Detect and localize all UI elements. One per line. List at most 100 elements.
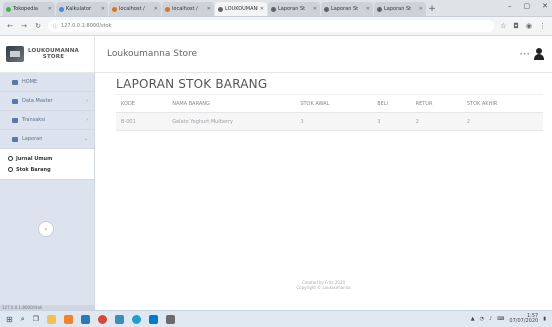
chevron-right-icon: › xyxy=(86,98,88,104)
browser-tab[interactable]: Laporan St ✕ xyxy=(374,2,426,16)
tab-label: Laporan St xyxy=(278,6,306,12)
system-tray: ▲ ◔ ♪ ⌨ 1:57 07/07/2020 ▮ xyxy=(471,314,546,324)
minimize-button[interactable]: – xyxy=(508,2,512,10)
windows-taskbar: ⊞ ⌕ ❐ ▲ ◔ ♪ ⌨ 1:57 07/07/2020 ▮ xyxy=(0,310,552,327)
tab-close-icon[interactable]: ✕ xyxy=(207,6,211,12)
back-arrow-icon[interactable]: ← xyxy=(6,22,14,30)
new-tab-button[interactable]: + xyxy=(427,2,437,16)
browser-toolbar: ← → ↻ ⓘ 127.0.0.1:8000/stok ☆ ◘ ◉ ⋮ xyxy=(0,17,552,36)
browser-tab[interactable]: localhost / ✕ xyxy=(109,2,161,16)
sidebar-item-laporan[interactable]: Laporan ⌄ xyxy=(0,130,94,149)
stock-table: KODE NAMA BARANG STOK AWAL BELI RETUR ST… xyxy=(116,94,543,131)
browser-tab[interactable]: Laporan St ✕ xyxy=(268,2,320,16)
page-footer: Created by Fritz 2020 Copyright © Loukou… xyxy=(95,280,552,290)
wifi-icon[interactable]: ◔ xyxy=(480,316,484,322)
page-title: LAPORAN STOK BARANG xyxy=(116,77,268,91)
code-editor-icon[interactable] xyxy=(80,314,90,324)
network-icon[interactable]: ▲ xyxy=(471,316,475,322)
file-explorer-icon[interactable] xyxy=(46,314,56,324)
user-dots: ••• xyxy=(519,50,530,58)
tab-favicon-icon xyxy=(6,6,11,12)
user-menu[interactable]: ••• xyxy=(519,48,544,60)
browser-tab[interactable]: Tokopedia ✕ xyxy=(3,2,55,16)
menu-kebab-icon[interactable]: ⋮ xyxy=(539,22,546,30)
tab-close-icon[interactable]: ✕ xyxy=(154,6,158,12)
xampp-icon[interactable] xyxy=(63,314,73,324)
table-cell-stok-awal: 3 xyxy=(295,112,373,131)
chrome-icon[interactable] xyxy=(97,314,107,324)
sidebar-item-data-master[interactable]: Data Master › xyxy=(0,92,94,111)
edge-icon[interactable] xyxy=(131,314,141,324)
reload-icon[interactable]: ↻ xyxy=(34,22,42,30)
tab-label: Kalkulator xyxy=(66,6,92,12)
tab-favicon-icon xyxy=(112,6,117,12)
task-view-icon[interactable]: ❐ xyxy=(33,315,39,323)
laporan-submenu: Jurnal Umum Stok Barang xyxy=(0,149,94,180)
search-icon[interactable]: ⌕ xyxy=(21,315,25,324)
table-cell-retur: 2 xyxy=(410,112,462,131)
table-cell-stok-akhir: 2 xyxy=(461,112,543,131)
sidebar-item-label: HOME xyxy=(22,79,38,85)
tab-close-icon[interactable]: ✕ xyxy=(260,6,264,12)
sidebar-item-transaksi[interactable]: Transaksi › xyxy=(0,111,94,130)
browser-tab[interactable]: Laporan St ✕ xyxy=(321,2,373,16)
browser-tab[interactable]: localhost / ✕ xyxy=(162,2,214,16)
tab-label: LOUKOUMANNA xyxy=(225,6,258,12)
table-cell-nama-barang: Gelato Yoghurt Mulberry xyxy=(167,112,296,131)
extension-icon[interactable]: ◘ xyxy=(513,22,519,30)
database-icon xyxy=(12,98,18,104)
circle-bullet-icon xyxy=(8,167,13,172)
column-header-stok-akhir: STOK AKHIR xyxy=(461,94,543,113)
tab-close-icon[interactable]: ✕ xyxy=(366,6,370,12)
browser-actions: ☆ ◘ ◉ ⋮ xyxy=(500,22,546,30)
volume-icon[interactable]: ♪ xyxy=(489,316,492,322)
sidebar-item-label: Laporan xyxy=(22,136,43,142)
sidebar-collapse-button[interactable]: ‹ xyxy=(38,221,54,237)
vscode-icon[interactable] xyxy=(148,314,158,324)
report-icon xyxy=(12,136,18,142)
keyboard-layout-icon[interactable]: ⌨ xyxy=(497,316,504,322)
store-icon[interactable] xyxy=(165,314,175,324)
tab-close-icon[interactable]: ✕ xyxy=(313,6,317,12)
store-name: Loukoumanna Store xyxy=(107,49,198,59)
windows-start-icon[interactable]: ⊞ xyxy=(6,315,13,324)
tab-label: Laporan St xyxy=(384,6,412,12)
submenu-item-label: Jurnal Umum xyxy=(16,155,53,162)
notification-icon[interactable]: ▮ xyxy=(543,316,546,322)
brand-text: LOUKOUMANNA STORE xyxy=(28,48,79,60)
home-icon xyxy=(12,79,18,85)
app-icon[interactable] xyxy=(114,314,124,324)
chevron-right-icon: › xyxy=(86,117,88,123)
submenu-item-stok-barang[interactable]: Stok Barang xyxy=(8,164,86,175)
submenu-item-label: Stok Barang xyxy=(16,166,51,173)
forward-arrow-icon[interactable]: → xyxy=(20,22,28,30)
browser-tab-active[interactable]: LOUKOUMANNA✕ xyxy=(215,2,267,16)
tab-close-icon[interactable]: ✕ xyxy=(101,6,105,12)
sidebar-item-label: Transaksi xyxy=(22,117,46,123)
taskbar-clock[interactable]: 1:57 07/07/2020 xyxy=(509,314,538,324)
browser-tab[interactable]: Kalkulator ✕ xyxy=(56,2,108,16)
window-controls: – ▢ ✕ xyxy=(508,2,548,10)
close-window-button[interactable]: ✕ xyxy=(542,2,548,10)
profile-icon[interactable]: ◉ xyxy=(526,22,532,30)
column-header-kode: KODE xyxy=(116,94,168,113)
app-topbar: Loukoumanna Store ••• xyxy=(95,36,552,73)
tab-label: localhost / xyxy=(119,6,145,12)
transaction-icon xyxy=(12,117,18,123)
star-icon[interactable]: ☆ xyxy=(500,22,506,30)
column-header-stok-awal: STOK AWAL xyxy=(295,94,373,113)
sidebar-item-home[interactable]: HOME xyxy=(0,73,94,92)
tab-label: Laporan St xyxy=(331,6,359,12)
table-cell-kode: B-001 xyxy=(116,112,168,131)
tab-close-icon[interactable]: ✕ xyxy=(48,6,52,12)
submenu-item-jurnal-umum[interactable]: Jurnal Umum xyxy=(8,153,86,164)
maximize-button[interactable]: ▢ xyxy=(524,2,531,10)
app-brand[interactable]: LOUKOUMANNA STORE xyxy=(0,36,95,73)
info-icon[interactable]: ⓘ xyxy=(53,23,58,30)
tab-favicon-icon xyxy=(271,6,276,12)
browser-tab-strip: Tokopedia ✕ Kalkulator ✕ localhost / ✕ loca… xyxy=(0,0,552,17)
store-logo-icon xyxy=(6,46,24,62)
tab-close-icon[interactable]: ✕ xyxy=(419,6,423,12)
user-icon[interactable] xyxy=(534,48,544,60)
address-bar[interactable]: ⓘ 127.0.0.1:8000/stok xyxy=(48,20,495,32)
